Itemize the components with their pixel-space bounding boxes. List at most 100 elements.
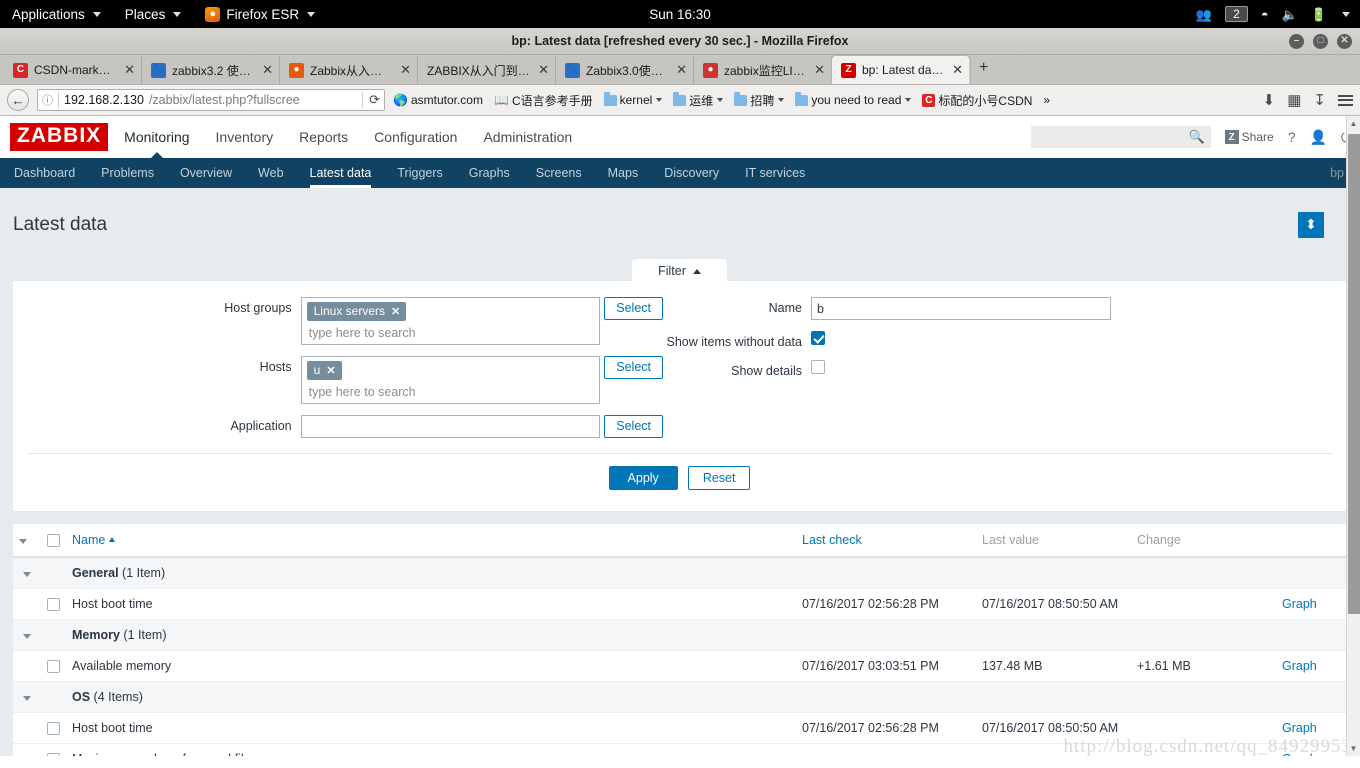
row-checkbox[interactable] [47, 597, 60, 611]
graph-link[interactable]: Graph [1282, 659, 1317, 673]
subnav-maps[interactable]: Maps [595, 158, 652, 188]
close-tab-icon[interactable]: ✕ [674, 62, 687, 78]
menu-inventory[interactable]: Inventory [216, 116, 274, 158]
url-bar[interactable]: ⓘ 192.168.2.130/zabbix/latest.php?fullsc… [37, 89, 385, 111]
close-tab-icon[interactable]: ✕ [950, 62, 963, 78]
menu-icon[interactable] [1338, 94, 1353, 106]
chevron-down-icon[interactable] [1342, 11, 1350, 17]
volume-icon[interactable]: 🔈 [1282, 8, 1298, 21]
hosts-select-button[interactable]: Select [604, 356, 663, 380]
table-row[interactable]: Maximum number of opened files Graph [13, 743, 1346, 756]
table-group-row[interactable]: Memory (1 Item) [13, 619, 1346, 651]
bookmark-item[interactable]: 🌎 asmtutor.com [393, 93, 483, 107]
menu-administration[interactable]: Administration [483, 116, 572, 158]
table-row[interactable]: Available memory 07/16/2017 03:03:51 PM … [13, 650, 1346, 683]
help-icon[interactable]: ? [1288, 129, 1296, 145]
browser-tab[interactable]: ● zabbix监控LINUX... ✕ [694, 56, 832, 84]
row-checkbox-cell[interactable] [41, 712, 66, 745]
show-items-without-data-checkbox[interactable] [811, 331, 825, 346]
global-search[interactable]: 🔍 [1030, 126, 1211, 148]
host-chip[interactable]: u ✕ [306, 361, 342, 381]
table-row[interactable]: Host boot time 07/16/2017 02:56:28 PM 07… [13, 588, 1346, 620]
subnav-problems[interactable]: Problems [88, 158, 167, 188]
table-group-row[interactable]: OS (4 Items) [13, 681, 1346, 714]
reset-button[interactable]: Reset [687, 466, 751, 491]
host-groups-select-button[interactable]: Select [604, 297, 663, 321]
browser-tab[interactable]: C CSDN-markdown... ✕ [4, 56, 142, 84]
graph-link[interactable]: Graph [1282, 597, 1317, 611]
scroll-up-icon[interactable]: ▲ [1347, 116, 1360, 131]
fullscreen-expand-icon[interactable]: ⬍ [1298, 211, 1324, 238]
applications-menu[interactable]: Applications [0, 0, 113, 28]
close-tab-icon[interactable]: ✕ [260, 62, 273, 78]
search-icon[interactable]: 🔍 [1188, 129, 1204, 145]
firefox-app-menu[interactable]: ● Firefox ESR [193, 0, 327, 28]
bookmark-folder[interactable]: kernel [603, 91, 663, 107]
minimize-button[interactable]: – [1289, 33, 1304, 49]
graph-link[interactable]: Graph [1282, 721, 1317, 735]
row-graph-link[interactable]: Graph [1276, 712, 1346, 745]
page-scrollbar[interactable]: ▲ ▼ [1346, 116, 1360, 756]
close-tab-icon[interactable]: ✕ [398, 62, 411, 78]
select-all-header[interactable] [41, 524, 66, 558]
apply-button[interactable]: Apply [608, 466, 678, 491]
group-collapse-toggle[interactable] [13, 619, 41, 651]
row-graph-link[interactable]: Graph [1276, 650, 1346, 683]
collapse-all-toggle[interactable] [13, 524, 41, 558]
places-menu[interactable]: Places [113, 0, 194, 28]
host-group-chip[interactable]: Linux servers ✕ [306, 302, 407, 322]
users-icon[interactable]: 👥 [1196, 8, 1212, 21]
name-input[interactable] [811, 297, 1111, 321]
host-groups-placeholder[interactable]: type here to search [307, 323, 595, 342]
bookmark-folder[interactable]: 运维 [673, 91, 724, 109]
remove-chip-icon[interactable]: ✕ [391, 305, 400, 318]
close-tab-icon[interactable]: ✕ [812, 62, 825, 78]
remove-chip-icon[interactable]: ✕ [326, 364, 335, 377]
workspace-indicator[interactable]: 2 [1225, 6, 1248, 22]
subnav-web[interactable]: Web [245, 158, 296, 188]
search-input[interactable] [1036, 129, 1189, 145]
zabbix-logo[interactable]: ZABBIX [10, 123, 109, 151]
reader-icon[interactable]: ▦ [1287, 91, 1301, 109]
scroll-down-icon[interactable]: ▼ [1347, 741, 1360, 756]
row-checkbox[interactable] [47, 722, 60, 736]
bookmark-item[interactable]: C 标配的小号CSDN [922, 92, 1032, 109]
browser-tab[interactable]: ● Zabbix从入门到... ✕ [280, 56, 418, 84]
browser-tab[interactable]: ZABBIX从入门到精... ✕ [418, 56, 556, 84]
row-checkbox[interactable] [47, 660, 60, 674]
bookmark-item[interactable]: 📖 C语言参考手册 [494, 92, 593, 109]
row-graph-link[interactable]: Graph [1276, 743, 1346, 756]
bookmarks-overflow[interactable]: » [1043, 93, 1050, 107]
close-tab-icon[interactable]: ✕ [536, 62, 549, 78]
subnav-it-services[interactable]: IT services [732, 158, 818, 188]
header-last-check[interactable]: Last check [796, 524, 976, 558]
host-groups-multiselect[interactable]: Linux servers ✕ type here to search [300, 297, 601, 346]
browser-tab[interactable]: 🐾 zabbix3.2 使用手... ✕ [142, 56, 280, 84]
share-button[interactable]: Z Share [1224, 130, 1274, 144]
download-arrow-icon[interactable]: ⬇ [1263, 91, 1276, 109]
browser-tab[interactable]: 🐾 Zabbix3.0使用手... ✕ [556, 56, 694, 84]
hosts-multiselect[interactable]: u ✕ type here to search [300, 356, 601, 405]
new-tab-button[interactable]: + [970, 59, 997, 80]
header-name[interactable]: Name [66, 524, 796, 558]
application-select-button[interactable]: Select [604, 415, 663, 439]
menu-reports[interactable]: Reports [299, 116, 348, 158]
hosts-placeholder[interactable]: type here to search [307, 382, 595, 401]
menu-monitoring[interactable]: Monitoring [124, 116, 189, 158]
bookmark-folder[interactable]: 招聘 [734, 91, 785, 109]
table-group-row[interactable]: General (1 Item) [13, 556, 1346, 589]
wifi-icon[interactable]: ◓ [1261, 8, 1269, 21]
browser-tab-active[interactable]: Z bp: Latest data [r... ✕ [832, 56, 970, 84]
save-icon[interactable]: ↧ [1313, 91, 1326, 109]
row-checkbox-cell[interactable] [41, 743, 66, 756]
subnav-screens[interactable]: Screens [523, 158, 595, 188]
bookmark-folder[interactable]: you need to read [795, 91, 912, 107]
filter-tab[interactable]: Filter [632, 259, 727, 282]
row-graph-link[interactable]: Graph [1276, 588, 1346, 620]
row-checkbox-cell[interactable] [41, 588, 66, 620]
back-arrow-icon[interactable]: ← [7, 89, 29, 111]
reload-icon[interactable]: ⟳ [362, 92, 380, 108]
subnav-discovery[interactable]: Discovery [651, 158, 732, 188]
user-profile-icon[interactable]: 👤 [1309, 129, 1326, 146]
graph-link[interactable]: Graph [1282, 752, 1317, 756]
